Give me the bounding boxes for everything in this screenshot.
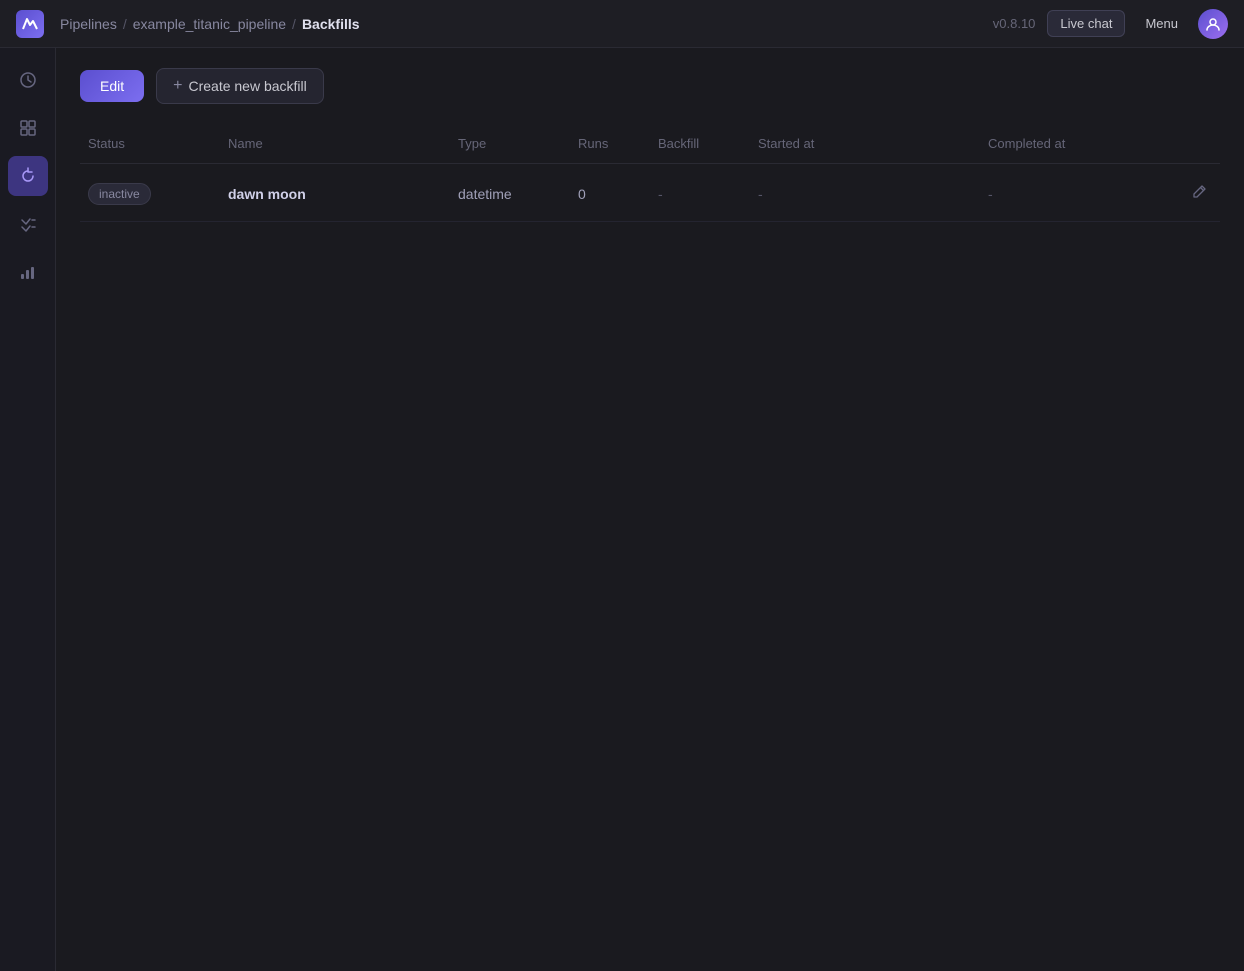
create-backfill-label: Create new backfill: [188, 78, 306, 94]
table-row: inactive dawn moon datetime 0 - - -: [80, 166, 1220, 222]
cell-started-at: -: [750, 182, 980, 206]
sidebar-item-backfills[interactable]: [8, 156, 48, 196]
version-label: v0.8.10: [993, 16, 1036, 31]
cell-type: datetime: [450, 182, 570, 206]
app-logo: [16, 10, 44, 38]
main-layout: Edit + Create new backfill Status Name T…: [0, 48, 1244, 971]
row-edit-button[interactable]: [1188, 180, 1211, 207]
sidebar-item-history[interactable]: [8, 60, 48, 100]
col-header-actions: [1180, 132, 1220, 155]
breadcrumb: Pipelines / example_titanic_pipeline / B…: [60, 16, 360, 32]
breadcrumb-pipeline-name[interactable]: example_titanic_pipeline: [133, 16, 286, 32]
breadcrumb-pipelines[interactable]: Pipelines: [60, 16, 117, 32]
col-header-runs: Runs: [570, 132, 650, 155]
cell-completed-at: -: [980, 182, 1180, 206]
plus-icon: +: [173, 77, 182, 95]
sidebar-item-tasks[interactable]: [8, 204, 48, 244]
col-header-name: Name: [220, 132, 450, 155]
col-header-status: Status: [80, 132, 220, 155]
cell-runs: 0: [570, 182, 650, 206]
status-badge: inactive: [88, 183, 151, 205]
cell-backfill: -: [650, 182, 750, 206]
top-nav-right: v0.8.10 Live chat Menu: [993, 9, 1228, 39]
breadcrumb-sep-1: /: [123, 16, 127, 32]
edit-button[interactable]: Edit: [80, 70, 144, 102]
cell-status: inactive: [80, 179, 220, 209]
col-header-type: Type: [450, 132, 570, 155]
top-nav: Pipelines / example_titanic_pipeline / B…: [0, 0, 1244, 48]
sidebar-item-metrics[interactable]: [8, 252, 48, 292]
cell-name: dawn moon: [220, 182, 450, 206]
avatar[interactable]: [1198, 9, 1228, 39]
create-backfill-button[interactable]: + Create new backfill: [156, 68, 324, 104]
menu-button[interactable]: Menu: [1137, 11, 1186, 36]
live-chat-button[interactable]: Live chat: [1047, 10, 1125, 37]
top-nav-left: Pipelines / example_titanic_pipeline / B…: [16, 10, 360, 38]
toolbar: Edit + Create new backfill: [80, 68, 1220, 104]
col-header-completed-at: Completed at: [980, 132, 1180, 155]
sidebar: [0, 48, 56, 971]
main-content: Edit + Create new backfill Status Name T…: [56, 48, 1244, 971]
backfills-table: Status Name Type Runs Backfill Started a…: [80, 124, 1220, 222]
breadcrumb-current: Backfills: [302, 16, 360, 32]
cell-actions: [1180, 176, 1220, 211]
breadcrumb-sep-2: /: [292, 16, 296, 32]
table-header: Status Name Type Runs Backfill Started a…: [80, 124, 1220, 164]
col-header-backfill: Backfill: [650, 132, 750, 155]
sidebar-item-dashboard[interactable]: [8, 108, 48, 148]
col-header-started-at: Started at: [750, 132, 980, 155]
